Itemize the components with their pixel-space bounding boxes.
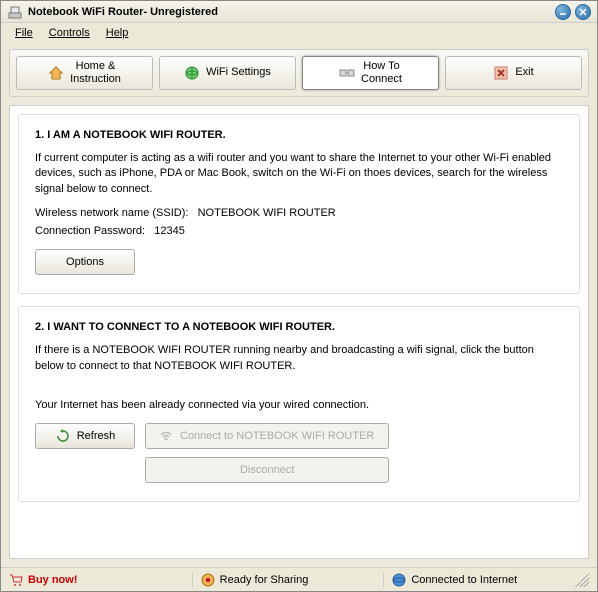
tab-how-to-connect[interactable]: How ToConnect bbox=[302, 56, 439, 90]
button-label: Options bbox=[66, 256, 104, 268]
wifi-icon bbox=[158, 428, 174, 444]
content-area: 1. I AM A NOTEBOOK WIFI ROUTER. If curre… bbox=[9, 105, 589, 559]
panel-connect-to-router: 2. I WANT TO CONNECT TO A NOTEBOOK WIFI … bbox=[18, 306, 580, 502]
exit-icon bbox=[493, 65, 509, 81]
tabbar: Home &Instruction WiFi Settings How ToCo… bbox=[9, 49, 589, 97]
connect-button[interactable]: Connect to NOTEBOOK WIFI ROUTER bbox=[145, 423, 389, 449]
ssid-label: Wireless network name (SSID): bbox=[35, 207, 188, 219]
tab-wifi-settings[interactable]: WiFi Settings bbox=[159, 56, 296, 90]
tab-label: How ToConnect bbox=[361, 60, 402, 86]
tab-label: WiFi Settings bbox=[206, 66, 271, 79]
connected-label: Connected to Internet bbox=[411, 574, 517, 586]
resize-grip[interactable] bbox=[575, 573, 589, 587]
button-label: Connect to NOTEBOOK WIFI ROUTER bbox=[180, 430, 374, 442]
window-title: Notebook WiFi Router- Unregistered bbox=[28, 6, 555, 18]
ssid-row: Wireless network name (SSID): NOTEBOOK W… bbox=[35, 207, 563, 219]
titlebar-buttons bbox=[555, 4, 591, 20]
tab-label: Exit bbox=[515, 66, 533, 79]
buy-now-label: Buy now! bbox=[28, 574, 78, 586]
password-value: 12345 bbox=[154, 225, 185, 237]
button-row: Refresh Connect to NOTEBOOK WIFI ROUTER … bbox=[35, 423, 563, 483]
internet-icon bbox=[392, 573, 406, 587]
disconnect-button[interactable]: Disconnect bbox=[145, 457, 389, 483]
ready-label: Ready for Sharing bbox=[220, 574, 309, 586]
menu-file[interactable]: File bbox=[9, 25, 39, 41]
close-button[interactable] bbox=[575, 4, 591, 20]
connect-icon bbox=[339, 65, 355, 81]
button-label: Refresh bbox=[77, 430, 116, 442]
section2-body: If there is a NOTEBOOK WIFI ROUTER runni… bbox=[35, 343, 563, 374]
app-icon bbox=[7, 4, 23, 20]
panel-i-am-router: 1. I AM A NOTEBOOK WIFI ROUTER. If curre… bbox=[18, 114, 580, 294]
connect-button-group: Connect to NOTEBOOK WIFI ROUTER Disconne… bbox=[145, 423, 389, 483]
status-buy-now[interactable]: Buy now! bbox=[9, 573, 184, 587]
titlebar: Notebook WiFi Router- Unregistered bbox=[1, 1, 597, 23]
minimize-button[interactable] bbox=[555, 4, 571, 20]
status-ready: Ready for Sharing bbox=[192, 573, 376, 587]
password-row: Connection Password: 12345 bbox=[35, 225, 563, 237]
sharing-icon bbox=[201, 573, 215, 587]
home-icon bbox=[48, 65, 64, 81]
section2-heading: 2. I WANT TO CONNECT TO A NOTEBOOK WIFI … bbox=[35, 321, 563, 333]
app-window: Notebook WiFi Router- Unregistered File … bbox=[0, 0, 598, 592]
tab-exit[interactable]: Exit bbox=[445, 56, 582, 90]
password-label: Connection Password: bbox=[35, 225, 145, 237]
menu-help[interactable]: Help bbox=[100, 25, 135, 41]
refresh-button[interactable]: Refresh bbox=[35, 423, 135, 449]
globe-icon bbox=[184, 65, 200, 81]
section1-body: If current computer is acting as a wifi … bbox=[35, 151, 563, 197]
tab-label: Home &Instruction bbox=[70, 60, 121, 86]
options-button[interactable]: Options bbox=[35, 249, 135, 275]
menubar: File Controls Help bbox=[1, 23, 597, 43]
tab-home[interactable]: Home &Instruction bbox=[16, 56, 153, 90]
button-label: Disconnect bbox=[240, 464, 294, 476]
statusbar: Buy now! Ready for Sharing Connected to … bbox=[1, 567, 597, 591]
menu-controls[interactable]: Controls bbox=[43, 25, 96, 41]
refresh-icon bbox=[55, 428, 71, 444]
ssid-value: NOTEBOOK WIFI ROUTER bbox=[198, 207, 336, 219]
section2-status: Your Internet has been already connected… bbox=[35, 398, 563, 413]
cart-icon bbox=[9, 573, 23, 587]
section1-heading: 1. I AM A NOTEBOOK WIFI ROUTER. bbox=[35, 129, 563, 141]
status-connected: Connected to Internet bbox=[383, 573, 567, 587]
